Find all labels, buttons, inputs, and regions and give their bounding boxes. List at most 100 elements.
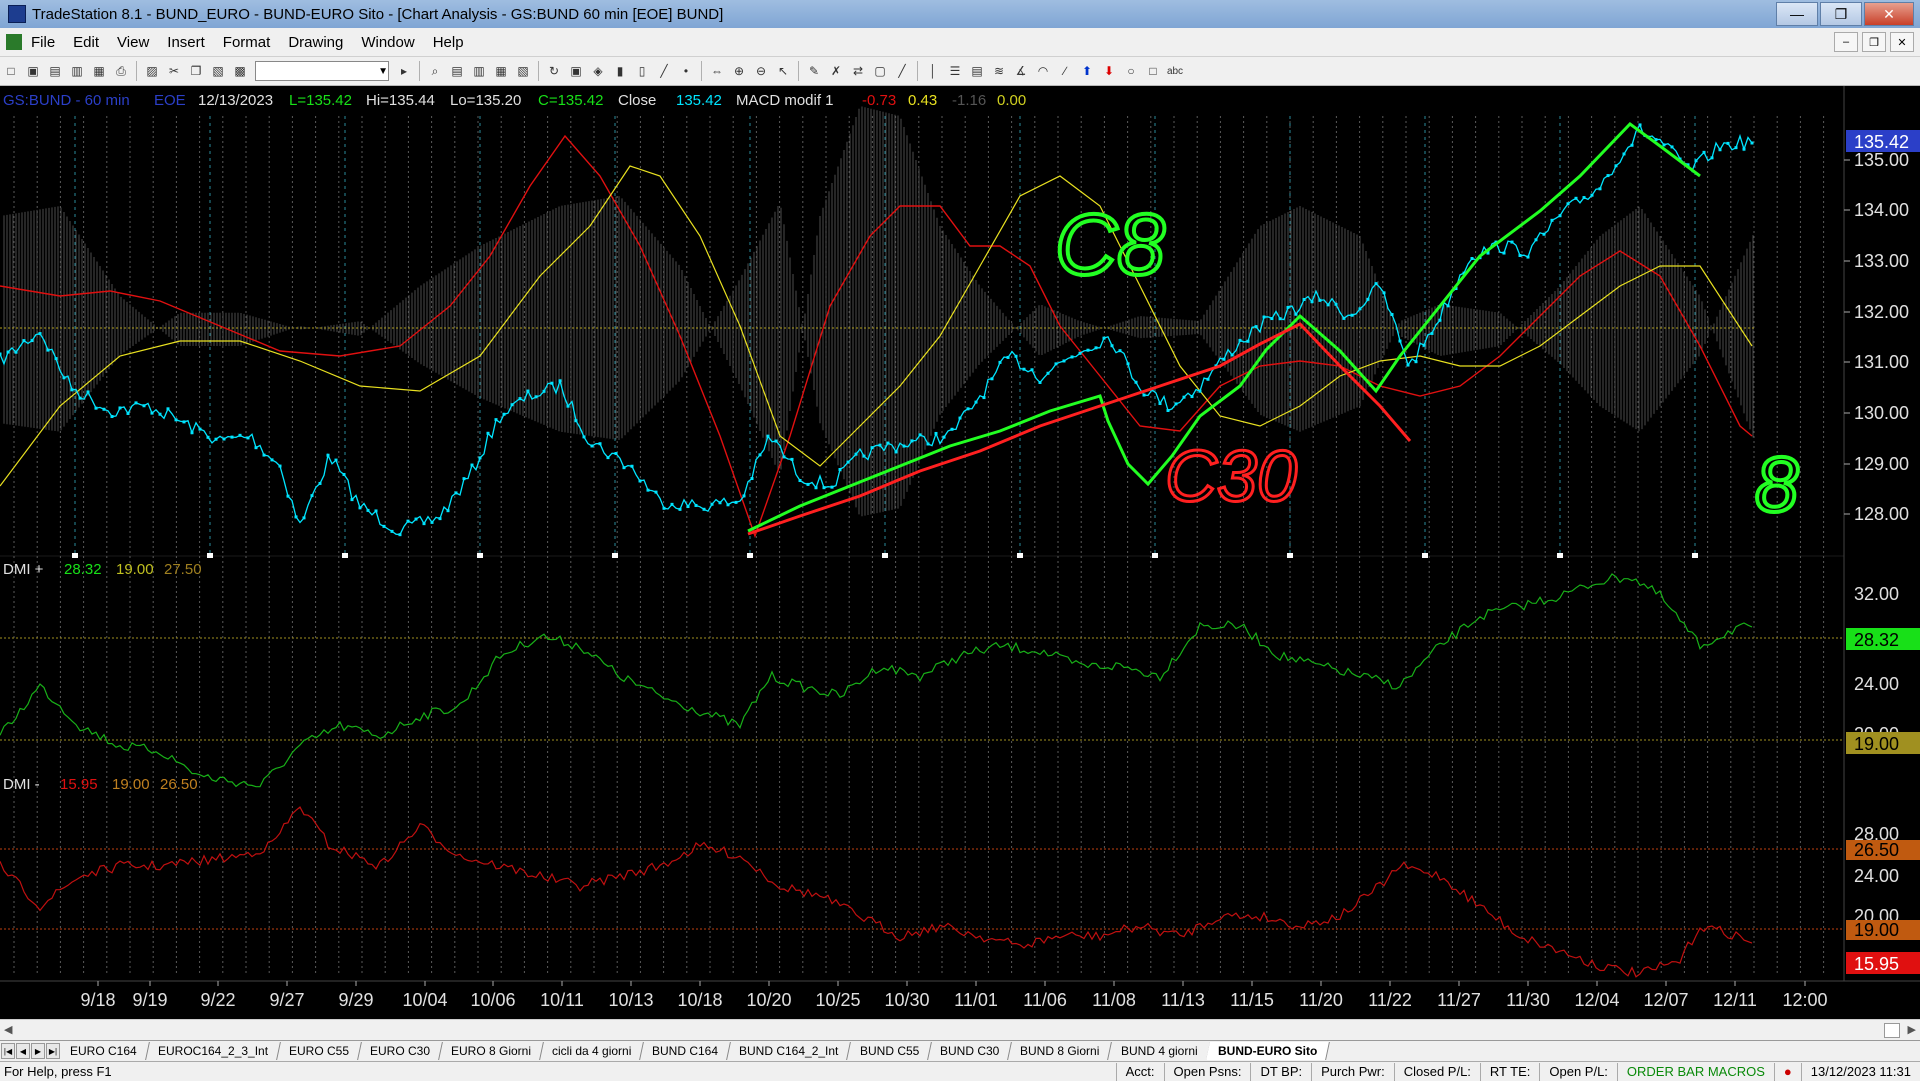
menu-edit[interactable]: Edit xyxy=(64,34,108,51)
zoom-out-icon[interactable]: ⊖ xyxy=(752,62,770,80)
menu-drawing[interactable]: Drawing xyxy=(279,34,352,51)
zoom-in-icon[interactable]: ⊕ xyxy=(730,62,748,80)
new-icon[interactable]: □ xyxy=(2,62,20,80)
print-icon[interactable]: ⎙ xyxy=(112,62,130,80)
format-icon[interactable]: ▩ xyxy=(231,62,249,80)
tab-first-icon[interactable]: |◀ xyxy=(1,1043,15,1059)
status-field: Open P/L: xyxy=(1539,1062,1617,1081)
sheet-tab[interactable]: BUND C55 xyxy=(847,1042,932,1060)
menu-format[interactable]: Format xyxy=(214,34,280,51)
order-bar-button[interactable]: ORDER BAR MACROS xyxy=(1616,1062,1774,1081)
price-dot xyxy=(350,498,354,502)
pointer-icon[interactable]: ↖ xyxy=(774,62,792,80)
scroll-left-icon[interactable]: ◀ xyxy=(4,1023,12,1036)
open-icon[interactable]: ▣ xyxy=(24,62,42,80)
chart-scrollbar[interactable]: ◀ ▶ xyxy=(0,1019,1920,1040)
status-field: Acct: xyxy=(1115,1062,1164,1081)
zoom-icon[interactable]: ⌕ xyxy=(426,62,444,80)
price-dot xyxy=(942,435,946,439)
price-dot xyxy=(1334,302,1338,306)
vertical-line-icon[interactable]: │ xyxy=(924,62,942,80)
save-icon[interactable]: ▤ xyxy=(46,62,64,80)
sheet-tab[interactable]: cicli da 4 giorni xyxy=(539,1042,645,1060)
rect-icon[interactable]: □ xyxy=(1144,62,1162,80)
menu-insert[interactable]: Insert xyxy=(158,34,214,51)
mdi-close-button[interactable]: ✕ xyxy=(1890,32,1914,52)
lock-icon[interactable]: ▢ xyxy=(871,62,889,80)
cut-icon[interactable]: ✂ xyxy=(165,62,183,80)
arc-icon[interactable]: ◠ xyxy=(1034,62,1052,80)
price-dot xyxy=(1726,141,1730,145)
text-icon[interactable]: ∕ xyxy=(1056,62,1074,80)
chart-window-icon[interactable] xyxy=(6,34,22,50)
link-icon[interactable]: ⇄ xyxy=(849,62,867,80)
drawing-icon[interactable]: ✎ xyxy=(805,62,823,80)
price-dot xyxy=(38,332,42,336)
menu-window[interactable]: Window xyxy=(352,34,423,51)
cursor-icon[interactable]: ⇔ xyxy=(708,62,726,80)
menu-view[interactable]: View xyxy=(108,34,158,51)
insert-indicator-icon[interactable]: ▥ xyxy=(470,62,488,80)
symbol-combo[interactable]: ▼ xyxy=(255,61,389,81)
strategy-icon[interactable]: ▧ xyxy=(514,62,532,80)
menu-file[interactable]: File xyxy=(22,34,64,51)
down-arrow-icon[interactable]: ⬇ xyxy=(1100,62,1118,80)
sheet-tab[interactable]: EURO C55 xyxy=(276,1042,362,1060)
sheet-tab[interactable]: BUND C164 xyxy=(640,1042,732,1060)
tab-prev-icon[interactable]: ◀ xyxy=(16,1043,30,1059)
up-arrow-icon[interactable]: ⬆ xyxy=(1078,62,1096,80)
fib-icon[interactable]: ≋ xyxy=(990,62,1008,80)
trendline-icon[interactable]: ╱ xyxy=(893,62,911,80)
print-preview-icon[interactable]: ▨ xyxy=(143,62,161,80)
mdi-minimize-button[interactable]: – xyxy=(1834,32,1858,52)
sheet-tab[interactable]: BUND 4 giorni xyxy=(1108,1042,1211,1060)
refresh-icon[interactable]: ↻ xyxy=(545,62,563,80)
format-window-icon[interactable]: ▣ xyxy=(567,62,585,80)
sheet-tab[interactable]: EURO C30 xyxy=(357,1042,443,1060)
copy-icon[interactable]: ❐ xyxy=(187,62,205,80)
channel-icon[interactable]: ▤ xyxy=(968,62,986,80)
line-icon[interactable]: ╱ xyxy=(655,62,673,80)
candle-icon[interactable]: ▯ xyxy=(633,62,651,80)
horizontal-line-icon[interactable]: ☰ xyxy=(946,62,964,80)
scroll-right-icon[interactable]: ▶ xyxy=(1908,1023,1916,1036)
menu-help[interactable]: Help xyxy=(424,34,473,51)
price-dot xyxy=(70,388,74,392)
bar-chart-icon[interactable]: ▮ xyxy=(611,62,629,80)
order-bar-label: ORDER BAR xyxy=(1626,1063,1705,1079)
price-dot xyxy=(398,533,402,537)
sheet-tab[interactable]: BUND 8 Giorni xyxy=(1008,1042,1113,1060)
bars-icon[interactable]: ▤ xyxy=(448,62,466,80)
dot-icon[interactable]: • xyxy=(677,62,695,80)
analysis-icon[interactable]: ▦ xyxy=(492,62,510,80)
paste-icon[interactable]: ▧ xyxy=(209,62,227,80)
sheet-tab[interactable]: EURO C164 xyxy=(58,1042,150,1060)
chart-symbol: GS:BUND - 60 min xyxy=(3,92,130,109)
status-field: DT BP: xyxy=(1250,1062,1311,1081)
circle-icon[interactable]: ○ xyxy=(1122,62,1140,80)
chart-style-icon[interactable]: ◈ xyxy=(589,62,607,80)
price-dot xyxy=(1470,257,1474,261)
folder-icon[interactable]: ▦ xyxy=(90,62,108,80)
scroll-thumb[interactable] xyxy=(1884,1023,1900,1038)
tools-icon[interactable]: ✗ xyxy=(827,62,845,80)
sheet-tab[interactable]: BUND C30 xyxy=(928,1042,1013,1060)
chart-canvas[interactable]: GS:BUND - 60 min EOE 12/13/2023 L=135.42… xyxy=(0,86,1920,1019)
close-button[interactable]: ✕ xyxy=(1864,2,1914,26)
chart-area[interactable]: GS:BUND - 60 min EOE 12/13/2023 L=135.42… xyxy=(0,86,1920,1026)
price-dot xyxy=(190,431,194,435)
sheet-tab[interactable]: EURO 8 Giorni xyxy=(438,1042,544,1060)
sheet-tab[interactable]: EUROC164_2_3_Int xyxy=(145,1042,281,1060)
abc-icon[interactable]: abc xyxy=(1166,62,1184,80)
tab-next-icon[interactable]: ▶ xyxy=(31,1043,45,1059)
sheet-tab[interactable]: BUND C164_2_Int xyxy=(727,1042,852,1060)
arrow-right-icon[interactable]: ▸ xyxy=(395,62,413,80)
mdi-restore-button[interactable]: ❐ xyxy=(1862,32,1886,52)
minimize-button[interactable]: — xyxy=(1776,2,1818,26)
date-axis-label: 11/13 xyxy=(1161,990,1205,1010)
annotation-c8: C8 xyxy=(1055,197,1165,293)
maximize-button[interactable]: ❐ xyxy=(1820,2,1862,26)
gann-icon[interactable]: ∡ xyxy=(1012,62,1030,80)
workspace-icon[interactable]: ▥ xyxy=(68,62,86,80)
sheet-tab[interactable]: BUND-EURO Sito xyxy=(1206,1042,1331,1060)
